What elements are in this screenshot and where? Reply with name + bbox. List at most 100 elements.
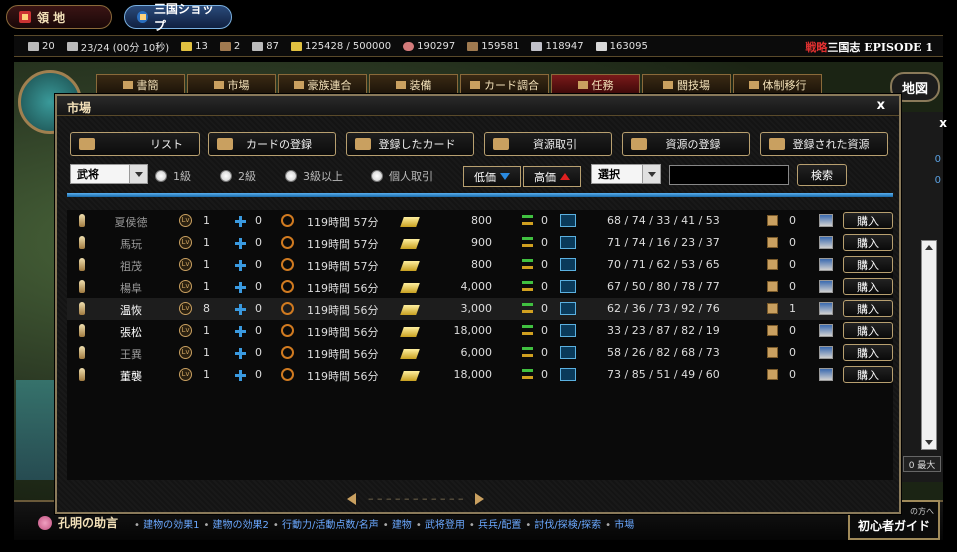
card-type-icon (79, 346, 85, 359)
tab-missions[interactable]: 任務 (551, 74, 640, 96)
side-value-2: 0 (934, 175, 941, 186)
tab-registered-cards[interactable]: 登録したカード (346, 132, 474, 156)
tab-market[interactable]: 市場 (187, 74, 276, 96)
stats: 67 / 50 / 80 / 78 / 77 (607, 280, 720, 293)
tab-system-transition[interactable]: 体制移行 (733, 74, 822, 96)
scroll-up-icon[interactable] (925, 245, 933, 250)
tab-equipment[interactable]: 装備 (369, 74, 458, 96)
skill-icon (767, 303, 778, 314)
tab-letters[interactable]: 書簡 (96, 74, 185, 96)
card-detail-icon[interactable] (819, 302, 833, 315)
tab-registered-resources[interactable]: 登録された資源 (760, 132, 888, 156)
stats-icon[interactable] (560, 302, 576, 315)
tab-alliance[interactable]: 豪族連合 (278, 74, 367, 96)
plus-icon (235, 348, 246, 359)
plus-value: 0 (255, 302, 262, 315)
max-label[interactable]: 0 最大 (903, 456, 941, 472)
radio-grade-1[interactable]: 1級 (155, 168, 191, 184)
next-page-icon[interactable] (475, 492, 485, 505)
buy-button[interactable]: 購入 (843, 234, 893, 251)
advice-link[interactable]: 行動力/活動点数/名声 (273, 516, 379, 531)
skill-icon (767, 259, 778, 270)
radio-grade-3-up[interactable]: 3級以上 (285, 168, 343, 184)
market-dialog: 市場 x リスト カードの登録 登録したカード 資源取引 資源の登録 登録された… (55, 94, 901, 514)
buy-button[interactable]: 購入 (843, 322, 893, 339)
plus-icon (235, 370, 246, 381)
resource-trade-icon (493, 138, 509, 150)
price: 18,000 (453, 368, 493, 381)
advice-link[interactable]: 討伐/探検/探索 (525, 516, 601, 531)
close-icon[interactable]: x (877, 98, 885, 113)
stats-icon[interactable] (560, 368, 576, 381)
advice-link[interactable]: 市場 (605, 516, 634, 531)
price: 3,000 (460, 302, 493, 315)
tab-arena[interactable]: 闘技場 (642, 74, 731, 96)
tab-resource-trade[interactable]: 資源取引 (484, 132, 612, 156)
card-detail-icon[interactable] (819, 258, 833, 271)
search-button[interactable]: 検索 (797, 164, 847, 186)
gold-icon (291, 41, 303, 51)
card-detail-icon[interactable] (819, 324, 833, 337)
market-icon (213, 81, 224, 89)
buy-button[interactable]: 購入 (843, 366, 893, 383)
stats-icon[interactable] (560, 346, 576, 359)
card-icon (28, 41, 39, 51)
card-detail-icon[interactable] (819, 346, 833, 359)
scroll-down-icon[interactable] (925, 440, 933, 445)
radio-icon[interactable] (285, 170, 297, 182)
side-panel-close-icon[interactable]: x (939, 116, 947, 130)
plus-value: 0 (255, 324, 262, 337)
tab-card-synthesis[interactable]: カード調合 (460, 74, 549, 96)
card-detail-icon[interactable] (819, 280, 833, 293)
card-detail-icon[interactable] (819, 214, 833, 227)
radio-icon[interactable] (371, 170, 383, 182)
sort-low-price-button[interactable]: 低価 (463, 166, 521, 187)
buy-button[interactable]: 購入 (843, 278, 893, 295)
letter-icon (122, 81, 133, 89)
horse-icon (219, 41, 231, 51)
skill-icon (767, 281, 778, 292)
radio-icon[interactable] (220, 170, 232, 182)
buy-button[interactable]: 購入 (843, 212, 893, 229)
level-value: 1 (203, 236, 210, 249)
price: 800 (471, 258, 492, 271)
tab-list[interactable]: リスト (70, 132, 200, 156)
card-type-icon (79, 368, 85, 381)
plus-icon (235, 260, 246, 271)
advice-link[interactable]: 建物 (383, 516, 412, 531)
advice-links: 建物の効果1 建物の効果2 行動力/活動点数/名声 建物 武将登用 兵兵/配置 … (134, 516, 634, 531)
price: 18,000 (453, 324, 493, 337)
search-type-select[interactable]: 選択 (591, 164, 661, 184)
sort-high-price-button[interactable]: 高価 (523, 166, 581, 187)
trade-icon (522, 258, 533, 271)
search-input[interactable] (669, 165, 789, 185)
skill-count: 0 (789, 214, 796, 227)
buy-button[interactable]: 購入 (843, 256, 893, 273)
scrollbar[interactable] (921, 240, 937, 450)
radio-icon[interactable] (155, 170, 167, 182)
stats-icon[interactable] (560, 324, 576, 337)
stats-icon[interactable] (560, 214, 576, 227)
advice-link[interactable]: 建物の効果2 (203, 516, 269, 531)
plus-value: 0 (255, 236, 262, 249)
stats-icon[interactable] (560, 258, 576, 271)
shop-button[interactable]: 三国ショップ (124, 2, 232, 33)
card-detail-icon[interactable] (819, 368, 833, 381)
card-detail-icon[interactable] (819, 236, 833, 249)
buy-button[interactable]: 購入 (843, 344, 893, 361)
tab-register-resource[interactable]: 資源の登録 (622, 132, 750, 156)
prev-page-icon[interactable] (347, 492, 356, 505)
soldier-icon (66, 41, 78, 51)
territory-button[interactable]: 領 地 (6, 5, 112, 29)
advice-link[interactable]: 武将登用 (416, 516, 465, 531)
radio-grade-2[interactable]: 2級 (220, 168, 256, 184)
radio-private-trade[interactable]: 個人取引 (371, 168, 433, 184)
advice-link[interactable]: 建物の効果1 (134, 516, 199, 531)
advice-link[interactable]: 兵兵/配置 (469, 516, 521, 531)
tab-register-card[interactable]: カードの登録 (208, 132, 336, 156)
stats-icon[interactable] (560, 280, 576, 293)
buy-button[interactable]: 購入 (843, 300, 893, 317)
stats-icon[interactable] (560, 236, 576, 249)
card-type-select[interactable]: 武将 (70, 164, 148, 184)
stats: 62 / 36 / 73 / 92 / 76 (607, 302, 720, 315)
